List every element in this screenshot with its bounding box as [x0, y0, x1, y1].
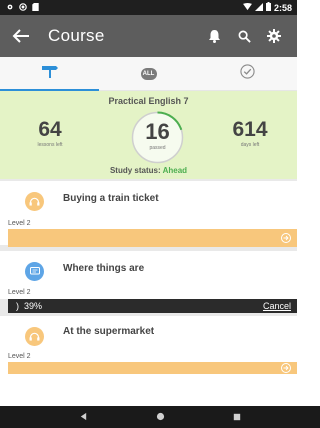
- lesson-start-bar[interactable]: [8, 362, 297, 374]
- lesson-start-bar[interactable]: [8, 229, 297, 247]
- home-nav-icon[interactable]: [156, 408, 165, 426]
- recents-nav-icon[interactable]: [233, 408, 241, 426]
- download-percent: 39%: [24, 301, 43, 311]
- days-left-count: 614: [232, 118, 268, 141]
- download-progress-text: ) 39%: [16, 301, 42, 311]
- app-bar: Course: [0, 15, 297, 57]
- headphones-icon: [25, 192, 44, 211]
- cancel-download-button[interactable]: Cancel: [263, 301, 291, 311]
- lesson-level: Level 2: [8, 289, 31, 296]
- signpost-icon: [41, 64, 59, 83]
- check-circle-icon: [240, 63, 255, 84]
- course-summary: Practical English 7 64 lessons left 16 p…: [0, 91, 297, 179]
- tab-bar: ALL: [0, 57, 297, 91]
- lesson-title: At the supermarket: [63, 326, 155, 337]
- lesson-title: Buying a train ticket: [63, 193, 159, 204]
- sd-card-status-icon: [32, 2, 39, 13]
- course-name: Practical English 7: [108, 96, 189, 106]
- study-status: Study status: Ahead: [0, 166, 297, 175]
- all-badge: ALL: [140, 67, 157, 80]
- days-left-label: days left: [240, 142, 260, 148]
- page-title: Course: [48, 26, 105, 45]
- arrow-right-circle-icon[interactable]: [281, 233, 291, 243]
- notifications-bell-icon[interactable]: [199, 21, 229, 51]
- lesson-level: Level 2: [8, 220, 31, 227]
- back-nav-icon[interactable]: [79, 408, 88, 426]
- settings-gear-icon[interactable]: [259, 21, 289, 51]
- back-arrow-icon[interactable]: [10, 25, 32, 47]
- wifi-icon: [243, 2, 252, 13]
- signal-icon: [254, 2, 263, 13]
- search-icon[interactable]: [229, 21, 259, 51]
- record-status-icon: [19, 2, 27, 13]
- download-spinner-glyph: ): [16, 301, 19, 311]
- download-progress-bar: ) 39% Cancel: [8, 299, 297, 313]
- passed-progress-ring: 16 passed: [130, 110, 185, 165]
- passed-count: 16: [145, 119, 170, 144]
- arrow-right-circle-icon[interactable]: [281, 363, 291, 373]
- lessons-left-label: lessons left: [37, 142, 63, 148]
- lessons-left-stat: 64 lessons left: [15, 118, 85, 149]
- passed-label: passed: [149, 145, 166, 151]
- lesson-card[interactable]: Where things are Level 2: [0, 251, 297, 299]
- lesson-list: Buying a train ticket Level 2 Where thin…: [0, 179, 297, 374]
- system-status-bar: 2:58: [0, 0, 297, 15]
- lesson-card[interactable]: At the supermarket Level 2: [0, 316, 297, 374]
- lesson-level: Level 2: [8, 353, 31, 360]
- tab-all[interactable]: ALL: [99, 57, 198, 90]
- settings-gear-status-icon: [6, 3, 14, 13]
- study-status-value: Ahead: [162, 166, 188, 175]
- lesson-card[interactable]: Buying a train ticket Level 2: [0, 181, 297, 247]
- system-navigation-bar: [0, 406, 320, 428]
- study-status-label: Study status:: [109, 166, 161, 175]
- tab-signpost[interactable]: [0, 57, 99, 91]
- battery-icon: [265, 2, 271, 13]
- tab-completed[interactable]: [198, 57, 297, 90]
- chat-icon: [25, 262, 44, 281]
- headphones-icon: [25, 327, 44, 346]
- lesson-title: Where things are: [63, 263, 145, 274]
- lessons-left-count: 64: [38, 118, 62, 141]
- clock-time: 2:58: [273, 2, 292, 13]
- days-left-stat: 614 days left: [215, 118, 285, 149]
